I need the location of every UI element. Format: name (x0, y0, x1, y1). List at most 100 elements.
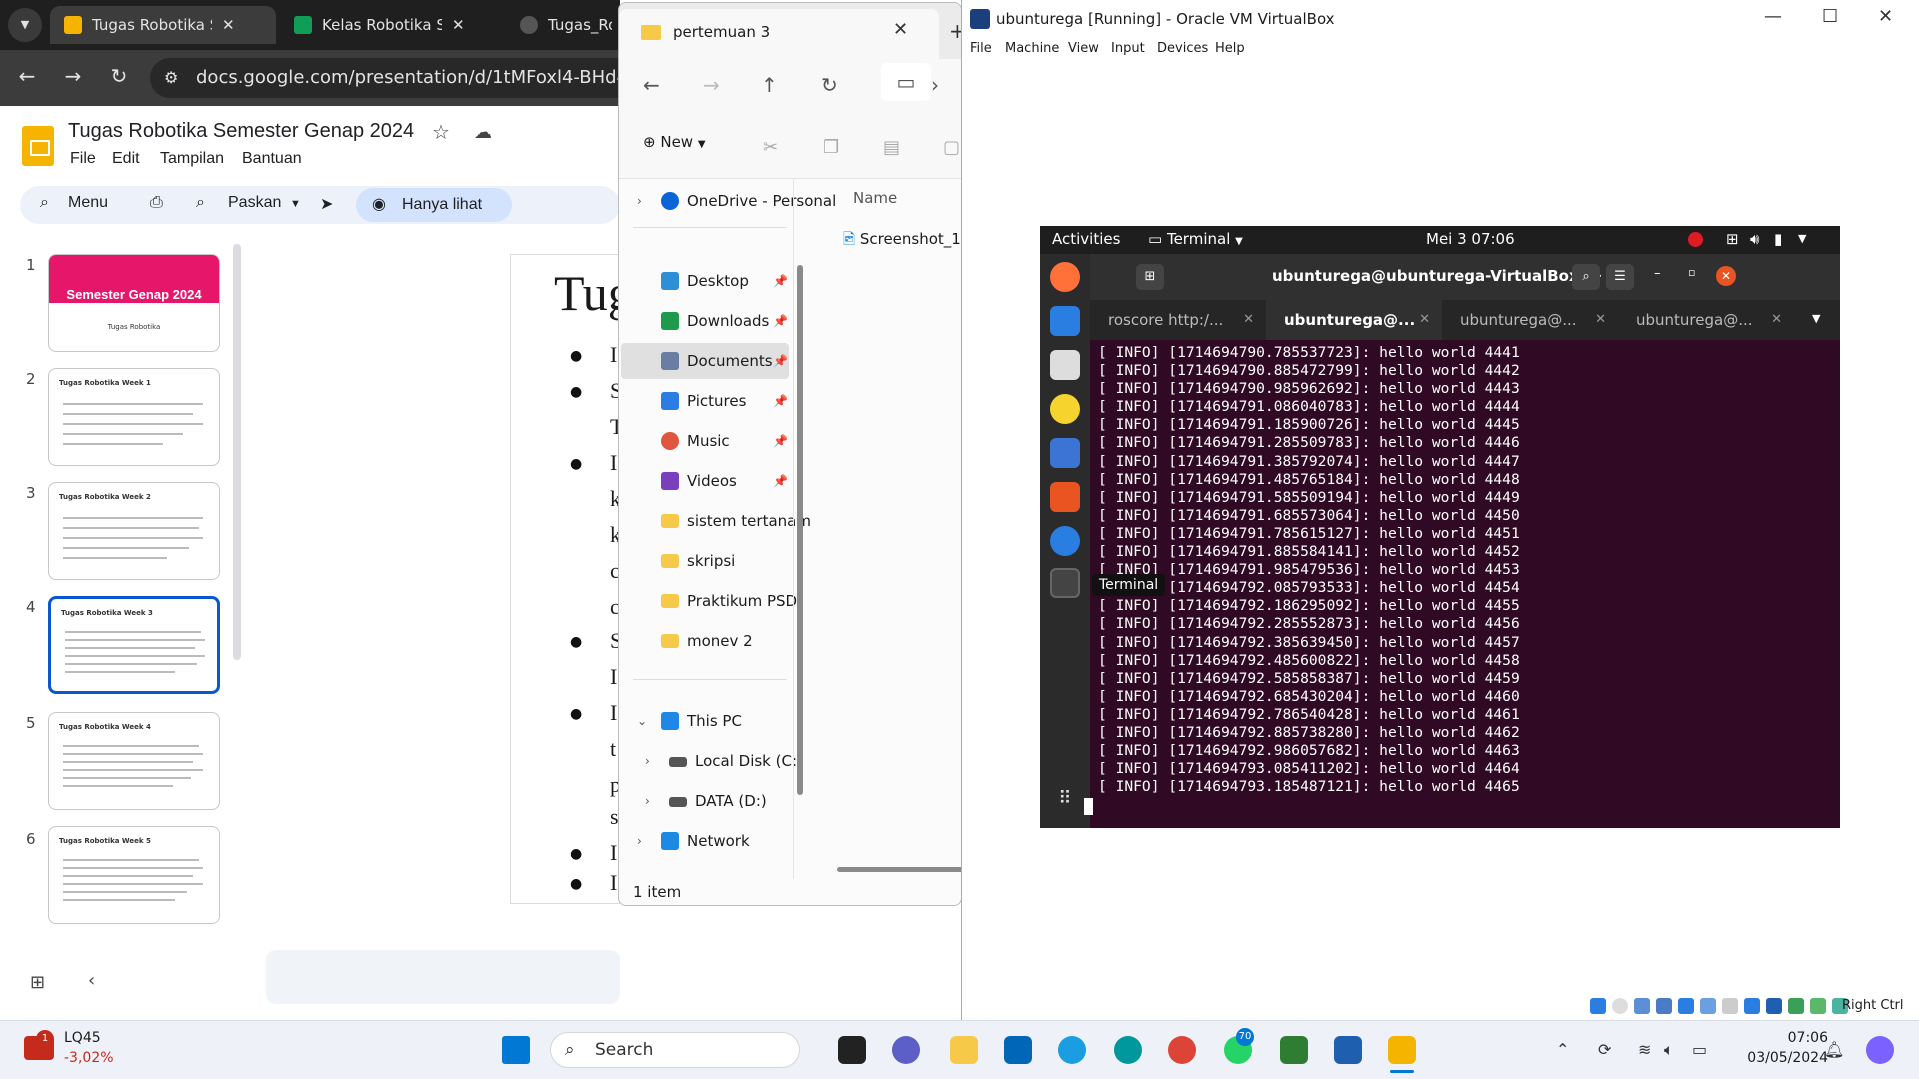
recording-icon[interactable] (1744, 998, 1760, 1014)
display-icon[interactable]: ▭ (881, 63, 931, 101)
filmstrip-scrollbar[interactable] (233, 244, 241, 660)
close-tab-icon[interactable]: ✕ (1243, 300, 1254, 340)
close-tab-icon[interactable]: ✕ (1595, 300, 1606, 340)
copilot-icon[interactable] (1866, 1036, 1894, 1064)
writer-icon[interactable] (1050, 438, 1080, 468)
pin-icon[interactable]: 📌 (773, 463, 788, 499)
chrome-tab-sheets[interactable]: Kelas Robotika Semester ✕ (280, 6, 496, 44)
keyboard-capture-icon[interactable] (1810, 998, 1826, 1014)
help-icon[interactable] (1050, 526, 1080, 556)
tabs-menu-chevron-icon[interactable]: ▼ (1812, 312, 1820, 325)
cloud-status-icon[interactable]: ☁ (474, 122, 492, 143)
optical-drive-icon[interactable] (1612, 998, 1628, 1014)
chevron-down-icon[interactable]: ▼ (1798, 232, 1806, 245)
collapse-panel-icon[interactable]: ‹ (88, 970, 95, 991)
star-icon[interactable]: ☆ (432, 120, 450, 144)
network-adapter-icon[interactable] (1656, 998, 1672, 1014)
chevron-right-icon[interactable]: › (645, 783, 650, 819)
shared-folders-icon[interactable] (1700, 998, 1716, 1014)
slides-logo-icon[interactable] (22, 126, 54, 166)
nav-sistem-tertanam[interactable]: sistem tertanam (619, 503, 811, 539)
nav-praktikum-psd[interactable]: Praktikum PSD (619, 583, 797, 619)
no-entry-icon[interactable] (1688, 232, 1703, 247)
network-icon[interactable]: ⊞ (1726, 230, 1739, 248)
files-icon[interactable] (1050, 350, 1080, 380)
minimize-icon[interactable]: — (1764, 6, 1782, 27)
nav-music[interactable]: Music 📌 (619, 423, 791, 459)
arduino-icon[interactable] (1114, 1036, 1142, 1064)
close-icon[interactable]: ✕ (1716, 266, 1736, 286)
chrome-icon[interactable] (1168, 1036, 1196, 1064)
close-tab-icon[interactable]: ✕ (893, 19, 908, 40)
pin-icon[interactable]: 📌 (773, 423, 788, 459)
search-menu-icon[interactable]: ⌕ (40, 194, 49, 212)
site-info-icon[interactable]: ⚙ (164, 58, 178, 98)
menu-input[interactable]: Input (1111, 41, 1145, 56)
paste-icon[interactable]: ▤ (883, 137, 900, 158)
file-item[interactable]: 🖻 Screenshot_1 (843, 229, 961, 254)
slide-canvas[interactable] (510, 254, 620, 904)
activities-button[interactable]: Activities (1052, 230, 1120, 248)
terminal-tab-3[interactable]: ubunturega@... ✕ (1442, 300, 1618, 340)
view-mode-button[interactable]: ◉ Hanya lihat (356, 188, 512, 222)
cursor-select-icon[interactable]: ➤ (320, 194, 333, 214)
minimize-icon[interactable]: – (1654, 266, 1661, 281)
pin-icon[interactable]: 📌 (773, 383, 788, 419)
menu-file[interactable]: File (70, 150, 96, 168)
search-menus-input[interactable]: Menu (68, 194, 108, 212)
close-tab-icon[interactable]: ✕ (452, 16, 465, 34)
refresh-icon[interactable]: ↻ (821, 73, 838, 97)
hamburger-menu-icon[interactable]: ☰ (1606, 264, 1634, 290)
menu-devices[interactable]: Devices (1157, 41, 1208, 56)
nav-downloads[interactable]: Downloads 📌 (619, 303, 791, 339)
chevron-down-icon[interactable]: ▼ (290, 198, 301, 210)
nav-desktop[interactable]: Desktop 📌 (619, 263, 791, 299)
slide-thumbnail-1[interactable]: Semester Genap 2024 Tugas Robotika (48, 254, 220, 352)
close-tab-icon[interactable]: ✕ (1771, 300, 1782, 340)
terminal-tab-4[interactable]: ubunturega@... ✕ (1618, 300, 1794, 340)
address-bar[interactable]: ⚙ docs.google.com/presentation/d/1tMFoxl… (150, 58, 620, 98)
pin-icon[interactable]: 📌 (773, 263, 788, 299)
nav-pictures[interactable]: Pictures 📌 (619, 383, 791, 419)
sublime-icon[interactable] (1388, 1036, 1416, 1064)
menu-tampilan[interactable]: Tampilan (160, 150, 224, 168)
nav-documents[interactable]: Documents 📌 (621, 343, 789, 379)
column-header-name[interactable]: Name (853, 189, 897, 207)
explorer-tab[interactable] (619, 9, 939, 59)
taskbar-date[interactable]: 03/05/2024 (1736, 1050, 1828, 1066)
chevron-up-icon[interactable]: ⌃ (1556, 1040, 1569, 1059)
search-icon[interactable]: ⌕ (1572, 264, 1600, 290)
forward-icon[interactable]: → (703, 73, 720, 97)
restore-icon[interactable]: ▫ (1688, 266, 1695, 279)
virtualbox-taskbar-icon[interactable] (1334, 1036, 1362, 1064)
audio-icon[interactable] (1634, 998, 1650, 1014)
new-button[interactable]: ⊕ New ▼ (643, 133, 706, 151)
tab-search-icon[interactable]: ▼ (8, 8, 42, 42)
document-title[interactable]: Tugas Robotika Semester Genap 2024 (68, 120, 414, 143)
display-icon[interactable] (1722, 998, 1738, 1014)
close-tab-icon[interactable]: ✕ (1419, 300, 1430, 340)
terminal-window[interactable]: ⊞ ubunturega@ubunturega-VirtualBox: ~ ⌕ … (1090, 254, 1840, 828)
sync-icon[interactable]: ⟳ (1598, 1040, 1611, 1059)
rhythmbox-icon[interactable] (1050, 394, 1080, 424)
stock-name[interactable]: LQ45 (64, 1030, 101, 1046)
usb-icon[interactable] (1678, 998, 1694, 1014)
nav-skripsi[interactable]: skripsi (619, 543, 791, 579)
battery-icon[interactable]: ▮ (1774, 230, 1782, 248)
software-icon[interactable] (1050, 482, 1080, 512)
back-icon[interactable]: ← (12, 64, 42, 88)
hard-disk-icon[interactable] (1590, 998, 1606, 1014)
volume-icon[interactable]: 🔊︎ (1750, 230, 1759, 248)
edge-icon[interactable] (1058, 1036, 1086, 1064)
cut-icon[interactable]: ✂ (763, 137, 778, 158)
battery-icon[interactable]: ▭ (1692, 1040, 1707, 1059)
teams-icon[interactable] (892, 1036, 920, 1064)
nav-data-d[interactable]: › DATA (D:) (619, 783, 791, 819)
volume-icon[interactable]: 🔈︎ (1664, 1040, 1674, 1060)
new-tab-icon[interactable]: ⊞ (1136, 264, 1164, 290)
task-view-icon[interactable] (838, 1036, 866, 1064)
guest-display[interactable]: Activities ▭ Terminal ▼ Mei 3 07:06 ⊞ 🔊︎… (1040, 226, 1840, 828)
chevron-right-icon[interactable]: › (931, 73, 939, 97)
chrome-tab-github[interactable]: Tugas_Robotika (506, 6, 626, 44)
close-icon[interactable]: ✕ (1878, 6, 1893, 27)
